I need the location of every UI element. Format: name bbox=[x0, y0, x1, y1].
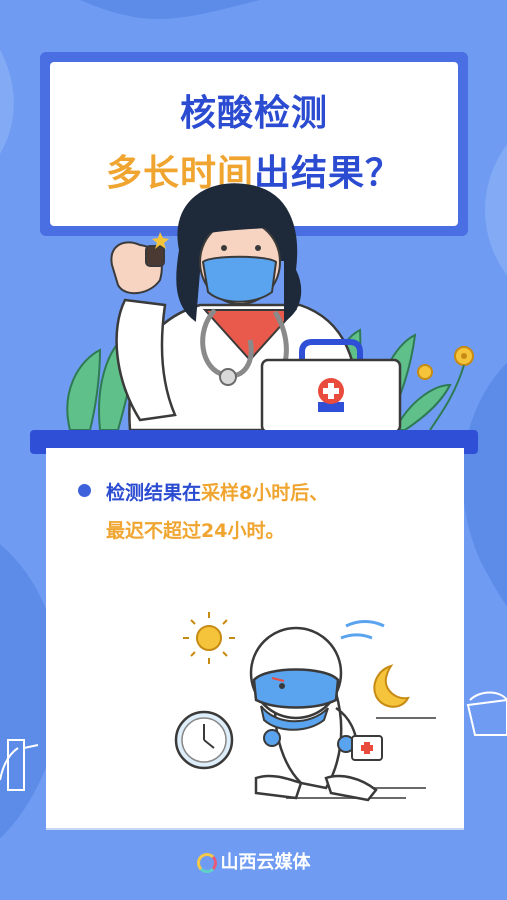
brand-name: 山西云媒体 bbox=[220, 852, 311, 873]
side-decorations bbox=[0, 691, 507, 791]
brand-logo-icon bbox=[196, 853, 217, 873]
spray-bottle-icon bbox=[0, 739, 39, 791]
footer-brand: 山西云媒体 bbox=[0, 848, 507, 874]
face-mask-icon bbox=[466, 691, 507, 736]
